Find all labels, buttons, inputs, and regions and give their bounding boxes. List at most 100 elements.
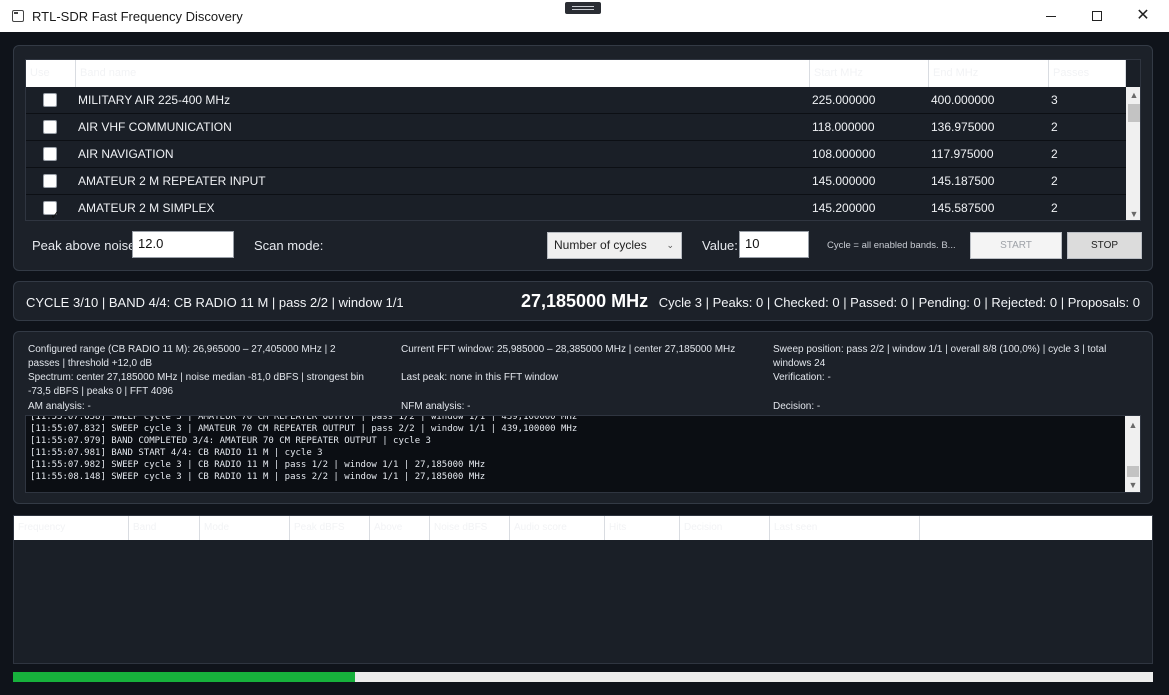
scroll-up-icon[interactable]: ▲	[1125, 418, 1140, 432]
band-end: 145.187500	[931, 174, 995, 188]
band-name: AIR NAVIGATION	[78, 147, 174, 161]
band-start: 108.000000	[812, 147, 876, 161]
scan-progress-fill	[13, 672, 355, 682]
column-header-band-name[interactable]: Band name	[76, 60, 810, 87]
use-checkbox[interactable]	[43, 147, 57, 161]
spectrum-text: Spectrum: center 27,185000 MHz | noise m…	[28, 372, 364, 397]
log-line: [11:55:07.658] SWEEP cycle 3 | AMATEUR 7…	[30, 415, 578, 422]
stop-button[interactable]: STOP	[1067, 232, 1142, 259]
scan-counters: Cycle 3 | Peaks: 0 | Checked: 0 | Passed…	[658, 295, 1140, 310]
cycle-hint-text: Cycle = all enabled bands. B...	[827, 240, 956, 251]
start-button[interactable]: START	[970, 232, 1062, 259]
close-window-button[interactable]: ✕	[1120, 0, 1166, 32]
log-line: [11:55:08.148] SWEEP cycle 3 | CB RADIO …	[30, 472, 486, 482]
close-icon: ✕	[1136, 7, 1150, 24]
fft-window-text: Current FFT window: 25,985000 – 28,38500…	[401, 344, 736, 355]
column-header-end-mhz[interactable]: End MHz	[929, 60, 1049, 87]
band-name: AIR VHF COMMUNICATION	[78, 120, 232, 134]
band-start: 225.000000	[812, 93, 876, 107]
cycle-value-input[interactable]: 10	[739, 231, 809, 258]
band-passes: 2	[1051, 120, 1058, 134]
log-line: [11:55:07.982] SWEEP cycle 3 | CB RADIO …	[30, 460, 486, 470]
column-header-passes[interactable]: Passes	[1049, 60, 1126, 87]
column-header-above[interactable]: Above	[370, 516, 430, 540]
results-table-header: Frequency Band Mode Peak dBFS Above Nois…	[14, 516, 1152, 540]
verification-text: Verification: -	[773, 372, 831, 383]
peak-above-noise-label: Peak above noise:	[32, 238, 139, 253]
band-name: MILITARY AIR 225-400 MHz	[78, 93, 231, 107]
column-header-use[interactable]: Use	[26, 60, 76, 87]
band-row[interactable]: ✓ AMATEUR 2 M SIMPLEX 145.200000 145.587…	[26, 195, 1126, 220]
scan-progress-text: CYCLE 3/10 | BAND 4/4: CB RADIO 11 M | p…	[26, 295, 404, 310]
band-start: 118.000000	[812, 120, 875, 134]
column-header-start-mhz[interactable]: Start MHz	[810, 60, 929, 87]
nfm-analysis-text: NFM analysis: -	[401, 401, 471, 412]
column-header-frequency[interactable]: Frequency	[14, 516, 129, 540]
scroll-thumb[interactable]	[1128, 104, 1140, 122]
band-name: AMATEUR 2 M REPEATER INPUT	[78, 174, 266, 188]
band-table-scrollbar[interactable]: ▲ ▼	[1126, 87, 1140, 220]
band-name: AMATEUR 2 M SIMPLEX	[78, 201, 215, 215]
use-checkbox[interactable]	[43, 93, 57, 107]
minimize-icon	[1046, 15, 1056, 17]
band-row[interactable]: MILITARY AIR 225-400 MHz 225.000000 400.…	[26, 87, 1126, 114]
checkmark-icon: ✓	[50, 208, 61, 221]
use-checkbox[interactable]	[43, 174, 57, 188]
band-row[interactable]: AMATEUR 2 M REPEATER INPUT 145.000000 14…	[26, 168, 1126, 195]
column-header-mode[interactable]: Mode	[200, 516, 290, 540]
chevron-down-icon: ⌄	[666, 240, 674, 250]
column-header-filler	[920, 516, 1152, 540]
band-passes: 2	[1051, 147, 1058, 161]
scroll-down-icon[interactable]: ▼	[1126, 207, 1140, 220]
scroll-down-icon[interactable]: ▼	[1125, 478, 1140, 492]
log-line: [11:55:07.832] SWEEP cycle 3 | AMATEUR 7…	[30, 424, 578, 434]
am-analysis-text: AM analysis: -	[28, 401, 91, 412]
column-header-decision[interactable]: Decision	[680, 516, 770, 540]
band-passes: 2	[1051, 174, 1058, 188]
peak-above-noise-input[interactable]: 12.0	[132, 231, 234, 258]
last-peak-text: Last peak: none in this FFT window	[401, 372, 559, 383]
scan-mode-label: Scan mode:	[254, 238, 324, 253]
snap-grip-icon[interactable]	[565, 2, 601, 14]
band-passes: 3	[1051, 93, 1058, 107]
scan-mode-value: Number of cycles	[554, 238, 647, 252]
maximize-button[interactable]	[1074, 0, 1120, 32]
scroll-thumb[interactable]	[1127, 466, 1139, 477]
log-line: [11:55:07.979] BAND COMPLETED 3/4: AMATE…	[30, 436, 431, 446]
column-header-peak[interactable]: Peak dBFS	[290, 516, 370, 540]
band-start: 145.000000	[812, 174, 876, 188]
sweep-position-text: Sweep position: pass 2/2 | window 1/1 | …	[773, 344, 1107, 369]
column-header-last-seen[interactable]: Last seen	[770, 516, 920, 540]
minimize-button[interactable]	[1028, 0, 1074, 32]
use-checkbox[interactable]	[43, 120, 57, 134]
maximize-icon	[1092, 11, 1102, 21]
column-header-noise[interactable]: Noise dBFS	[430, 516, 510, 540]
value-label: Value:	[702, 238, 738, 253]
log-scrollbar[interactable]: ▲ ▼	[1125, 416, 1140, 492]
window-title: RTL-SDR Fast Frequency Discovery	[32, 8, 243, 24]
status-bar: CYCLE 3/10 | BAND 4/4: CB RADIO 11 M | p…	[13, 281, 1153, 321]
column-header-hits[interactable]: Hits	[605, 516, 680, 540]
use-checkbox[interactable]: ✓	[43, 201, 60, 220]
event-log[interactable]: [11:55:07.658] SWEEP cycle 3 | AMATEUR 7…	[25, 415, 1141, 493]
band-passes: 2	[1051, 201, 1058, 215]
column-header-audio-score[interactable]: Audio score	[510, 516, 605, 540]
log-line: [11:55:07.981] BAND START 4/4: CB RADIO …	[30, 448, 323, 458]
title-bar: RTL-SDR Fast Frequency Discovery ✕	[0, 0, 1169, 32]
configured-range-text: Configured range (CB RADIO 11 M): 26,965…	[28, 344, 336, 369]
band-end: 145.587500	[931, 201, 995, 215]
decision-text: Decision: -	[773, 401, 821, 412]
scroll-up-icon[interactable]: ▲	[1126, 88, 1140, 102]
band-row[interactable]: AIR NAVIGATION 108.000000 117.975000 2	[26, 141, 1126, 168]
band-end: 400.000000	[931, 93, 995, 107]
column-header-band[interactable]: Band	[129, 516, 200, 540]
band-table-header: Use Band name Start MHz End MHz Passes	[26, 60, 1126, 87]
current-frequency: 27,185000 MHz	[521, 291, 649, 311]
band-row[interactable]: AIR VHF COMMUNICATION 118.000000 136.975…	[26, 114, 1126, 141]
band-end: 136.975000	[931, 120, 995, 134]
scan-progress-bar	[13, 672, 1153, 682]
band-start: 145.200000	[812, 201, 876, 215]
band-table: Use Band name Start MHz End MHz Passes M…	[25, 59, 1141, 221]
band-end: 117.975000	[931, 147, 994, 161]
scan-mode-select[interactable]: Number of cycles ⌄	[547, 232, 682, 259]
